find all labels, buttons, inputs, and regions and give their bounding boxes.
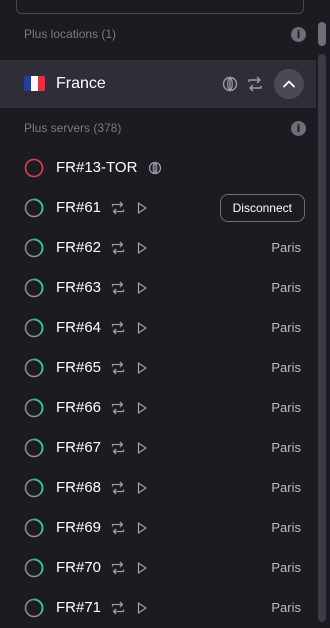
server-load-ring	[24, 278, 44, 298]
server-row[interactable]: FR#63 Paris	[0, 268, 316, 308]
server-name: FR#67	[56, 439, 102, 456]
server-name: FR#63	[56, 279, 102, 296]
p2p-arrows-icon	[111, 361, 125, 375]
streaming-play-icon	[137, 202, 147, 214]
server-load-ring	[24, 198, 44, 218]
streaming-play-icon	[137, 482, 147, 494]
p2p-arrows-icon	[248, 76, 262, 92]
server-city: Paris	[271, 360, 301, 375]
disconnect-button[interactable]: Disconnect	[219, 194, 305, 222]
server-name: FR#13-TOR	[56, 159, 138, 176]
server-load-ring	[24, 598, 44, 618]
server-row[interactable]: FR#67 Paris	[0, 428, 316, 468]
plus-servers-header: Plus servers (378) i	[24, 118, 306, 138]
server-city: Paris	[271, 600, 301, 615]
server-name: FR#62	[56, 239, 102, 256]
server-name: FR#69	[56, 519, 102, 536]
server-city: Paris	[271, 440, 301, 455]
tor-onion-icon	[222, 76, 238, 92]
info-icon[interactable]: i	[291, 120, 306, 136]
p2p-arrows-icon	[111, 441, 125, 455]
streaming-play-icon	[137, 602, 147, 614]
streaming-play-icon	[137, 242, 147, 254]
p2p-arrows-icon	[111, 201, 125, 215]
server-city: Paris	[271, 560, 301, 575]
server-row[interactable]: FR#62 Paris	[0, 228, 316, 268]
tor-onion-icon	[148, 161, 162, 175]
streaming-play-icon	[137, 402, 147, 414]
server-name: FR#70	[56, 559, 102, 576]
server-name: FR#61	[56, 199, 102, 216]
server-load-ring	[24, 398, 44, 418]
streaming-play-icon	[137, 522, 147, 534]
p2p-arrows-icon	[111, 321, 125, 335]
server-row[interactable]: FR#68 Paris	[0, 468, 316, 508]
server-load-ring	[24, 158, 44, 178]
server-row[interactable]: FR#66 Paris	[0, 388, 316, 428]
server-city: Paris	[271, 520, 301, 535]
p2p-arrows-icon	[111, 401, 125, 415]
server-load-ring	[24, 358, 44, 378]
server-row[interactable]: FR#64 Paris	[0, 308, 316, 348]
server-city: Paris	[271, 400, 301, 415]
server-row[interactable]: FR#13-TOR	[0, 148, 316, 188]
p2p-arrows-icon	[111, 241, 125, 255]
server-name: FR#65	[56, 359, 102, 376]
streaming-play-icon	[137, 362, 147, 374]
server-city: Paris	[271, 280, 301, 295]
server-load-ring	[24, 238, 44, 258]
streaming-play-icon	[137, 442, 147, 454]
plus-servers-label: Plus servers (378)	[24, 121, 122, 135]
scrollbar[interactable]	[316, 0, 330, 622]
server-row[interactable]: FR#69 Paris	[0, 508, 316, 548]
server-row[interactable]: FR#70 Paris	[0, 548, 316, 588]
server-name: FR#71	[56, 599, 102, 616]
chevron-up-icon	[283, 80, 295, 88]
server-load-ring	[24, 558, 44, 578]
country-row-france[interactable]: France	[0, 60, 316, 108]
server-list: FR#13-TOR FR#61 Disconnect FR#62 Paris FR#63 P…	[0, 148, 316, 628]
server-load-ring	[24, 478, 44, 498]
info-icon[interactable]: i	[291, 26, 306, 42]
search-field-edge[interactable]	[16, 0, 304, 14]
p2p-arrows-icon	[111, 601, 125, 615]
plus-locations-header: Plus locations (1) i	[24, 24, 306, 44]
plus-locations-label: Plus locations (1)	[24, 27, 117, 41]
server-name: FR#66	[56, 399, 102, 416]
p2p-arrows-icon	[111, 561, 125, 575]
server-city: Paris	[271, 320, 301, 335]
server-load-ring	[24, 438, 44, 458]
country-name: France	[56, 75, 106, 92]
scrollbar-thumb[interactable]	[318, 22, 326, 46]
streaming-play-icon	[137, 282, 147, 294]
collapse-country-button[interactable]	[274, 69, 304, 99]
server-load-ring	[24, 318, 44, 338]
p2p-arrows-icon	[111, 521, 125, 535]
server-row[interactable]: FR#71 Paris	[0, 588, 316, 628]
p2p-arrows-icon	[111, 281, 125, 295]
server-name: FR#68	[56, 479, 102, 496]
france-flag-icon	[24, 76, 45, 91]
server-load-ring	[24, 518, 44, 538]
server-city: Paris	[271, 480, 301, 495]
scrollbar-track[interactable]	[318, 54, 326, 622]
streaming-play-icon	[137, 322, 147, 334]
server-name: FR#64	[56, 319, 102, 336]
server-city: Paris	[271, 240, 301, 255]
streaming-play-icon	[137, 562, 147, 574]
server-row[interactable]: FR#65 Paris	[0, 348, 316, 388]
server-row[interactable]: FR#61 Disconnect	[0, 188, 316, 228]
p2p-arrows-icon	[111, 481, 125, 495]
